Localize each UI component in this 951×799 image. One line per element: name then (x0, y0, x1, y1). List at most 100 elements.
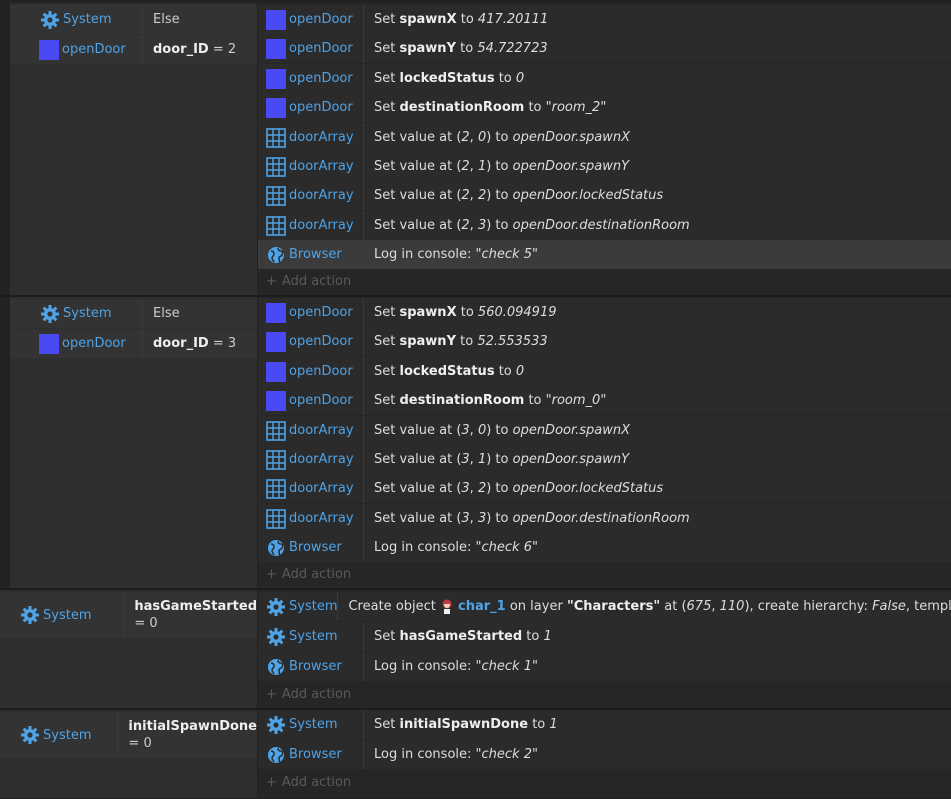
action-text[interactable]: Set initialSpawnDone to 1 (364, 717, 558, 732)
action-text[interactable]: Log in console: "check 2" (364, 747, 538, 762)
action-object[interactable]: openDoor (258, 93, 364, 122)
action-text[interactable]: Set hasGameStarted to 1 (364, 629, 552, 644)
action-row[interactable]: System Set hasGameStarted to 1 (258, 622, 951, 651)
action-row[interactable]: System Create object char_1 on layer "Cha… (258, 592, 951, 621)
action-row[interactable]: openDoor Set destinationRoom to "room_2" (258, 93, 951, 122)
action-text[interactable]: Log in console: "check 6" (364, 540, 538, 555)
add-action-button[interactable]: + Add action (266, 687, 351, 702)
action-text[interactable]: Create object char_1 on layer "Character… (338, 599, 951, 615)
action-text[interactable]: Set value at (3, 3) to openDoor.destinat… (364, 511, 690, 526)
action-text[interactable]: Set lockedStatus to 0 (364, 364, 524, 379)
condition-row[interactable]: openDoor door_ID = 2 (10, 35, 257, 64)
condition-row[interactable]: System Else (10, 299, 257, 328)
action-text[interactable]: Set spawnY to 54.722723 (364, 41, 548, 56)
action-row[interactable]: openDoor Set spawnY to 54.722723 (258, 34, 951, 63)
event-block-has-game-started[interactable]: System hasGameStarted = 0 System Create o… (0, 590, 951, 708)
action-object[interactable]: doorArray (258, 474, 364, 503)
action-text[interactable]: Set lockedStatus to 0 (364, 71, 524, 86)
action-row[interactable]: doorArray Set value at (2, 3) to openDoor… (258, 211, 951, 240)
action-row[interactable]: doorArray Set value at (3, 1) to openDoor… (258, 445, 951, 474)
action-text[interactable]: Set spawnX to 560.094919 (364, 305, 557, 320)
add-action-button[interactable]: + Add action (266, 274, 351, 289)
action-row[interactable]: openDoor Set destinationRoom to "room_0" (258, 386, 951, 415)
event-block-door-2[interactable]: System Else openDoor door_ID = 2 openDoo… (0, 3, 951, 295)
action-row[interactable]: doorArray Set value at (2, 0) to openDoor… (258, 123, 951, 152)
conditions-panel[interactable]: System Else openDoor door_ID = 2 (10, 3, 257, 295)
condition-object[interactable]: openDoor (10, 35, 143, 64)
condition-object[interactable]: System (0, 712, 119, 758)
action-text[interactable]: Set value at (2, 1) to openDoor.spawnY (364, 159, 629, 174)
action-object[interactable]: doorArray (258, 181, 364, 210)
action-object[interactable]: doorArray (258, 152, 364, 181)
action-row[interactable]: System Set initialSpawnDone to 1 (258, 710, 951, 739)
action-text[interactable]: Set destinationRoom to "room_0" (364, 393, 606, 408)
action-object[interactable]: System (258, 592, 339, 621)
action-row[interactable]: doorArray Set value at (3, 0) to openDoor… (258, 416, 951, 445)
condition-row[interactable]: System initialSpawnDone = 0 (0, 712, 257, 758)
action-text[interactable]: Set spawnX to 417.20111 (364, 12, 548, 27)
action-object[interactable]: openDoor (258, 386, 364, 415)
action-object[interactable]: openDoor (258, 5, 364, 34)
action-object[interactable]: openDoor (258, 357, 364, 386)
action-row[interactable]: openDoor Set lockedStatus to 0 (258, 64, 951, 93)
action-text[interactable]: Set spawnY to 52.553533 (364, 334, 548, 349)
action-row[interactable]: openDoor Set lockedStatus to 0 (258, 357, 951, 386)
condition-text[interactable]: Else (143, 11, 257, 28)
condition-row[interactable]: System Else (10, 5, 257, 34)
condition-text[interactable]: door_ID = 2 (143, 41, 257, 58)
action-text[interactable]: Set value at (3, 0) to openDoor.spawnX (364, 423, 630, 438)
actions-panel[interactable]: openDoor Set spawnX to 417.20111 openDoor… (258, 3, 951, 295)
action-row[interactable]: doorArray Set value at (2, 1) to openDoor… (258, 152, 951, 181)
action-object[interactable]: Browser (258, 740, 364, 769)
action-row[interactable]: Browser Log in console: "check 1" (258, 652, 951, 681)
action-object[interactable]: openDoor (258, 64, 364, 93)
action-object[interactable]: Browser (258, 652, 364, 681)
condition-object[interactable]: System (10, 299, 143, 328)
action-text[interactable]: Set value at (3, 1) to openDoor.spawnY (364, 452, 629, 467)
action-object[interactable]: Browser (258, 240, 364, 269)
action-object[interactable]: Browser (258, 533, 364, 562)
action-object[interactable]: openDoor (258, 298, 364, 327)
conditions-panel[interactable]: System hasGameStarted = 0 (0, 590, 257, 708)
actions-panel[interactable]: openDoor Set spawnX to 560.094919 openDoo… (258, 297, 951, 588)
action-object[interactable]: System (258, 710, 364, 739)
action-text[interactable]: Set destinationRoom to "room_2" (364, 100, 606, 115)
add-action-button[interactable]: + Add action (266, 567, 351, 582)
action-row[interactable]: openDoor Set spawnX to 560.094919 (258, 298, 951, 327)
action-object[interactable]: openDoor (258, 34, 364, 63)
action-row[interactable]: doorArray Set value at (3, 3) to openDoor… (258, 504, 951, 533)
conditions-panel[interactable]: System Else openDoor door_ID = 3 (10, 297, 257, 588)
action-row-selected[interactable]: Browser Log in console: "check 5" (258, 240, 951, 269)
action-object[interactable]: doorArray (258, 445, 364, 474)
action-row[interactable]: doorArray Set value at (2, 2) to openDoor… (258, 181, 951, 210)
condition-row[interactable]: openDoor door_ID = 3 (10, 329, 257, 358)
condition-object[interactable]: openDoor (10, 329, 143, 358)
action-text[interactable]: Log in console: "check 5" (364, 247, 538, 262)
action-row[interactable]: Browser Log in console: "check 6" (258, 533, 951, 562)
conditions-panel[interactable]: System initialSpawnDone = 0 (0, 710, 257, 798)
actions-panel[interactable]: System Set initialSpawnDone to 1 Browser L… (258, 710, 951, 798)
action-text[interactable]: Set value at (2, 3) to openDoor.destinat… (364, 218, 690, 233)
condition-text[interactable]: initialSpawnDone = 0 (118, 712, 257, 752)
add-action-button[interactable]: + Add action (266, 775, 351, 790)
action-object[interactable]: doorArray (258, 416, 364, 445)
action-text[interactable]: Set value at (3, 2) to openDoor.lockedSt… (364, 481, 663, 496)
condition-object[interactable]: System (0, 592, 125, 638)
action-object[interactable]: System (258, 622, 364, 651)
action-text[interactable]: Log in console: "check 1" (364, 659, 538, 674)
condition-object[interactable]: System (10, 5, 143, 34)
action-row[interactable]: doorArray Set value at (3, 2) to openDoor… (258, 474, 951, 503)
action-text[interactable]: Set value at (2, 0) to openDoor.spawnX (364, 130, 630, 145)
action-object[interactable]: doorArray (258, 504, 364, 533)
actions-panel[interactable]: System Create object char_1 on layer "Cha… (258, 590, 951, 708)
action-row[interactable]: openDoor Set spawnX to 417.20111 (258, 5, 951, 34)
condition-text[interactable]: door_ID = 3 (143, 335, 257, 352)
action-row[interactable]: openDoor Set spawnY to 52.553533 (258, 327, 951, 356)
action-text[interactable]: Set value at (2, 2) to openDoor.lockedSt… (364, 188, 663, 203)
action-object[interactable]: openDoor (258, 327, 364, 356)
action-row[interactable]: Browser Log in console: "check 2" (258, 740, 951, 769)
condition-text[interactable]: hasGameStarted = 0 (124, 592, 257, 632)
event-block-door-3[interactable]: System Else openDoor door_ID = 3 openDoo… (0, 297, 951, 588)
condition-text[interactable]: Else (143, 305, 257, 322)
action-object[interactable]: doorArray (258, 211, 364, 240)
